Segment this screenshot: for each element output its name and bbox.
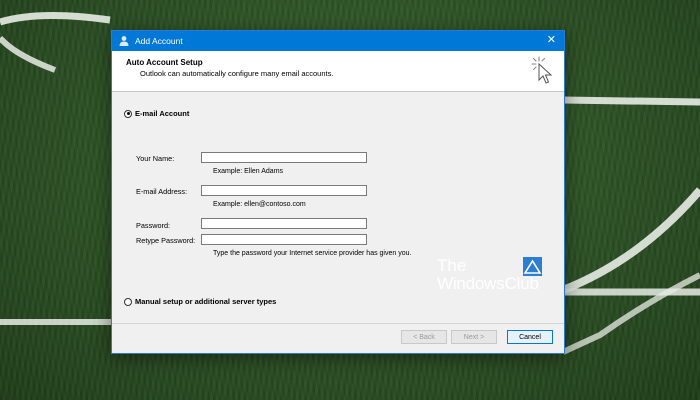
password-hint: Type the password your Internet service … — [213, 250, 412, 257]
watermark-line2: WindowsClub — [437, 274, 539, 293]
back-button[interactable]: < Back — [401, 330, 447, 344]
footer-divider — [112, 323, 564, 324]
manual-setup-radio[interactable] — [124, 297, 132, 306]
email-address-hint: Example: ellen@contoso.com — [213, 201, 306, 208]
email-account-radio[interactable] — [124, 109, 132, 118]
title-bar: Add Account ✕ — [112, 31, 564, 51]
email-account-option[interactable]: E-mail Account — [124, 109, 189, 118]
wizard-cursor-icon — [531, 56, 553, 84]
header-subtitle: Outlook can automatically configure many… — [140, 69, 334, 78]
windows-club-logo-icon — [523, 257, 542, 276]
close-button[interactable]: ✕ — [547, 34, 556, 47]
password-input[interactable] — [201, 218, 367, 229]
your-name-label: Your Name: — [136, 154, 175, 163]
cancel-button[interactable]: Cancel — [507, 330, 553, 344]
window-title: Add Account — [135, 36, 183, 46]
retype-password-input[interactable] — [201, 234, 367, 245]
header-title: Auto Account Setup — [126, 58, 203, 67]
account-icon — [119, 36, 129, 46]
watermark: The WindowsClub — [437, 257, 542, 293]
manual-setup-label: Manual setup or additional server types — [135, 297, 277, 306]
wizard-header: Auto Account Setup Outlook can automatic… — [112, 51, 564, 92]
your-name-hint: Example: Ellen Adams — [213, 168, 284, 175]
email-account-label: E-mail Account — [135, 109, 190, 118]
email-address-input[interactable] — [201, 185, 367, 196]
next-button[interactable]: Next > — [451, 330, 497, 344]
manual-setup-option[interactable]: Manual setup or additional server types — [124, 297, 276, 306]
your-name-input[interactable] — [201, 152, 367, 163]
password-label: Password: — [136, 221, 171, 230]
add-account-dialog: Add Account ✕ Auto Account Setup Outlook… — [111, 30, 565, 354]
retype-password-label: Retype Password: — [136, 236, 196, 245]
email-address-label: E-mail Address: — [136, 187, 188, 196]
